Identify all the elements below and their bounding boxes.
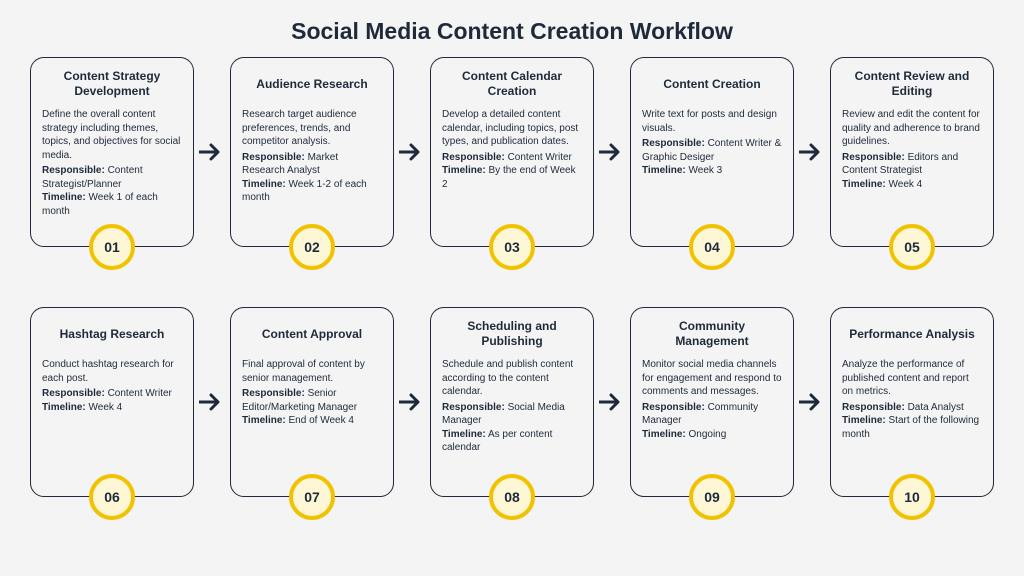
step-desc: Analyze the performance of published con… xyxy=(842,358,982,399)
step-number-badge: 02 xyxy=(289,224,335,270)
step-number-badge: 09 xyxy=(689,474,735,520)
step-title: Content Approval xyxy=(242,318,382,350)
step-desc: Monitor social media channels for engage… xyxy=(642,358,782,399)
step-card-07: Content Approval Final approval of conte… xyxy=(230,307,394,497)
step-desc: Define the overall content strategy incl… xyxy=(42,108,182,162)
step-card-10: Performance Analysis Analyze the perform… xyxy=(830,307,994,497)
step-desc: Schedule and publish content according t… xyxy=(442,358,582,399)
step-number-badge: 04 xyxy=(689,224,735,270)
step-timeline: Timeline: Week 4 xyxy=(842,178,982,192)
step-desc: Research target audience preferences, tr… xyxy=(242,108,382,149)
step-timeline: Timeline: By the end of Week 2 xyxy=(442,164,582,191)
step-number-badge: 01 xyxy=(89,224,135,270)
arrow-icon xyxy=(396,307,428,497)
step-title: Content Strategy Development xyxy=(42,68,182,100)
step-card-05: Content Review and Editing Review and ed… xyxy=(830,57,994,247)
step-card-08: Scheduling and Publishing Schedule and p… xyxy=(430,307,594,497)
step-number-badge: 05 xyxy=(889,224,935,270)
step-number-badge: 03 xyxy=(489,224,535,270)
step-body: Conduct hashtag research for each post. … xyxy=(42,358,182,414)
step-timeline: Timeline: End of Week 4 xyxy=(242,414,382,428)
step-desc: Review and edit the content for quality … xyxy=(842,108,982,149)
arrow-icon xyxy=(796,307,828,497)
step-responsible: Responsible: Data Analyst xyxy=(842,401,982,415)
workflow-grid: Content Strategy Development Define the … xyxy=(0,57,1024,497)
step-number-badge: 08 xyxy=(489,474,535,520)
step-card-02: Audience Research Research target audien… xyxy=(230,57,394,247)
step-body: Analyze the performance of published con… xyxy=(842,358,982,441)
arrow-icon xyxy=(596,307,628,497)
step-card-09: Community Management Monitor social medi… xyxy=(630,307,794,497)
step-title: Scheduling and Publishing xyxy=(442,318,582,350)
arrow-icon xyxy=(196,307,228,497)
step-timeline: Timeline: Ongoing xyxy=(642,428,782,442)
step-title: Performance Analysis xyxy=(842,318,982,350)
step-responsible: Responsible: Community Manager xyxy=(642,401,782,428)
step-timeline: Timeline: Week 1-2 of each month xyxy=(242,178,382,205)
step-responsible: Responsible: Market Research Analyst xyxy=(242,151,382,178)
step-timeline: Timeline: Week 4 xyxy=(42,401,182,415)
step-body: Develop a detailed content calendar, inc… xyxy=(442,108,582,191)
step-card-06: Hashtag Research Conduct hashtag researc… xyxy=(30,307,194,497)
step-title: Content Review and Editing xyxy=(842,68,982,100)
step-card-03: Content Calendar Creation Develop a deta… xyxy=(430,57,594,247)
page-title: Social Media Content Creation Workflow xyxy=(0,0,1024,51)
step-responsible: Responsible: Social Media Manager xyxy=(442,401,582,428)
arrow-icon xyxy=(196,57,228,247)
step-timeline: Timeline: As per content calendar xyxy=(442,428,582,455)
step-title: Content Calendar Creation xyxy=(442,68,582,100)
step-number-badge: 07 xyxy=(289,474,335,520)
step-desc: Final approval of content by senior mana… xyxy=(242,358,382,385)
step-title: Hashtag Research xyxy=(42,318,182,350)
step-responsible: Responsible: Senior Editor/Marketing Man… xyxy=(242,387,382,414)
step-body: Write text for posts and design visuals.… xyxy=(642,108,782,178)
step-card-01: Content Strategy Development Define the … xyxy=(30,57,194,247)
arrow-icon xyxy=(796,57,828,247)
step-body: Define the overall content strategy incl… xyxy=(42,108,182,218)
step-title: Community Management xyxy=(642,318,782,350)
step-number-badge: 10 xyxy=(889,474,935,520)
arrow-icon xyxy=(396,57,428,247)
step-body: Research target audience preferences, tr… xyxy=(242,108,382,205)
step-responsible: Responsible: Content Writer xyxy=(442,151,582,165)
workflow-row-1: Content Strategy Development Define the … xyxy=(30,57,994,247)
step-timeline: Timeline: Week 3 xyxy=(642,164,782,178)
step-body: Monitor social media channels for engage… xyxy=(642,358,782,441)
step-title: Audience Research xyxy=(242,68,382,100)
workflow-row-2: Hashtag Research Conduct hashtag researc… xyxy=(30,307,994,497)
step-body: Final approval of content by senior mana… xyxy=(242,358,382,428)
step-desc: Develop a detailed content calendar, inc… xyxy=(442,108,582,149)
step-number-badge: 06 xyxy=(89,474,135,520)
step-body: Schedule and publish content according t… xyxy=(442,358,582,455)
step-responsible: Responsible: Editors and Content Strateg… xyxy=(842,151,982,178)
step-desc: Conduct hashtag research for each post. xyxy=(42,358,182,385)
step-desc: Write text for posts and design visuals. xyxy=(642,108,782,135)
step-timeline: Timeline: Start of the following month xyxy=(842,414,982,441)
step-responsible: Responsible: Content Writer xyxy=(42,387,182,401)
step-timeline: Timeline: Week 1 of each month xyxy=(42,191,182,218)
step-responsible: Responsible: Content Strategist/Planner xyxy=(42,164,182,191)
step-body: Review and edit the content for quality … xyxy=(842,108,982,191)
step-title: Content Creation xyxy=(642,68,782,100)
step-responsible: Responsible: Content Writer & Graphic De… xyxy=(642,137,782,164)
step-card-04: Content Creation Write text for posts an… xyxy=(630,57,794,247)
arrow-icon xyxy=(596,57,628,247)
